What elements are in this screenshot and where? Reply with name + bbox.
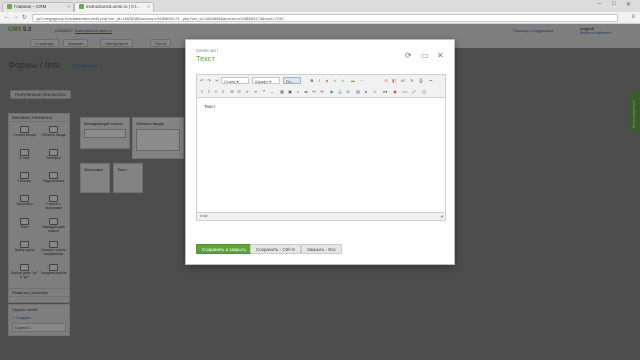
numbered-list-icon[interactable]: ☷ xyxy=(236,88,242,95)
browser-menu-icon[interactable]: ≡ xyxy=(631,14,635,20)
close-icon[interactable]: ✕ xyxy=(437,52,444,60)
print-icon[interactable]: ⎙ xyxy=(418,77,424,84)
font-color-icon[interactable]: A▾ xyxy=(381,88,389,95)
editor-status-bar: body ◢ xyxy=(196,213,446,221)
special-char-icon[interactable]: Ω xyxy=(345,88,351,95)
styles-select[interactable]: Стили ▾ xyxy=(221,77,249,84)
link-icon[interactable]: ⚯ xyxy=(311,88,317,95)
replace-icon[interactable]: ⇄ xyxy=(303,88,309,95)
refresh-icon[interactable]: ⟳ xyxy=(405,52,412,60)
map-marker-icon[interactable]: ● xyxy=(363,88,369,95)
preview-icon[interactable]: ◫ xyxy=(421,88,427,95)
more-icon[interactable]: ⋯ xyxy=(359,77,365,84)
search-icon[interactable]: ⌕ xyxy=(295,88,301,95)
editor-content[interactable]: Текст xyxy=(196,98,446,213)
outdent-icon[interactable]: ⇤ xyxy=(245,88,251,95)
favicon-icon xyxy=(79,4,84,10)
maximize-window-icon[interactable]: □ xyxy=(612,1,616,7)
element-path[interactable]: body xyxy=(200,214,208,218)
indent-icon[interactable]: ⇥ xyxy=(252,88,258,95)
table-icon[interactable]: ▦ xyxy=(279,88,285,95)
gallery-icon[interactable]: ▤ xyxy=(355,88,361,95)
browser-tab-bar: Главная – CRM × instructions3.omni.ru | С… xyxy=(0,0,640,12)
edit-icon[interactable]: ✎ xyxy=(409,77,415,84)
bullet-list-icon[interactable]: ☰ xyxy=(229,88,235,95)
text-color-icon[interactable]: A xyxy=(332,77,338,84)
save-and-close-button[interactable]: Сохранить и закрыть xyxy=(196,244,253,254)
browser-tab[interactable]: Главная – CRM × xyxy=(2,2,74,12)
browser-tab-label: instructions3.omni.ru | Ст... xyxy=(86,4,140,9)
redo-icon[interactable]: ↷ xyxy=(206,77,212,84)
font-select[interactable]: Шрифт ▾ xyxy=(252,77,280,84)
dialog-title: Текст xyxy=(196,54,215,63)
anchor-icon[interactable]: ⚓ xyxy=(337,88,343,95)
hr-icon[interactable]: ― xyxy=(269,88,275,95)
screen: Главная – CRM × instructions3.omni.ru | С… xyxy=(0,0,640,360)
browser-tab-active[interactable]: instructions3.omni.ru | Ст... × xyxy=(74,2,154,12)
back-icon[interactable]: ← xyxy=(4,14,10,20)
size-select[interactable]: Ра... xyxy=(283,77,301,84)
bold-icon[interactable]: B xyxy=(309,77,315,84)
remove-format-icon[interactable]: ɇ xyxy=(324,77,330,84)
emoticon-icon[interactable]: ☺ xyxy=(372,88,378,95)
align-right-icon[interactable]: ≡ xyxy=(213,88,219,95)
reload-icon[interactable]: ↻ xyxy=(22,14,27,21)
flag-icon[interactable]: ◧ xyxy=(391,77,397,84)
fullscreen-icon[interactable]: ⤢ xyxy=(411,88,417,95)
align-justify-icon[interactable]: ≡ xyxy=(220,88,226,95)
align-center-icon[interactable]: ≡ xyxy=(206,88,212,95)
stop-icon[interactable]: ⊘ xyxy=(383,77,389,84)
unlink-icon[interactable]: ⚮ xyxy=(319,88,325,95)
fill-color-icon[interactable]: ◼ xyxy=(392,88,398,95)
resize-grip-icon[interactable]: ◢ xyxy=(440,214,443,218)
undo-icon[interactable]: ↶ xyxy=(199,77,205,84)
close-button[interactable]: Закрыть - Esc xyxy=(301,244,342,254)
save-button[interactable]: Сохранить - Ctrl+S xyxy=(250,244,301,254)
align-left-icon[interactable]: ≡ xyxy=(199,88,205,95)
dialog-breadcrumb: Свойства / xyxy=(196,48,219,53)
image-icon[interactable]: ▣ xyxy=(287,88,293,95)
superscript-icon[interactable]: A² xyxy=(400,77,406,84)
maximize-icon[interactable]: ▭ xyxy=(421,52,429,60)
code-icon[interactable]: <> xyxy=(402,88,408,95)
rich-text-editor: ↶ ↷ ✂ Стили ▾ Шрифт ▾ Ра... B I ɇ A A ▬ … xyxy=(196,74,446,261)
browser-tab-label: Главная – CRM xyxy=(14,4,47,9)
forward-icon[interactable]: → xyxy=(13,14,19,20)
close-tab-icon[interactable]: × xyxy=(67,4,70,9)
url-field[interactable]: cp3.megagroup.ru/s/data/menu/edit.php?ve… xyxy=(32,14,618,22)
bg-color-icon[interactable]: A xyxy=(340,77,346,84)
minimize-icon[interactable]: – xyxy=(598,1,601,7)
media-icon[interactable]: ▶ xyxy=(329,88,335,95)
collapse-icon[interactable]: ━ xyxy=(427,77,435,84)
close-tab-icon[interactable]: × xyxy=(147,4,150,9)
blockquote-icon[interactable]: ❝ xyxy=(261,88,267,95)
editor-toolbar: ↶ ↷ ✂ Стили ▾ Шрифт ▾ Ра... B I ɇ A A ▬ … xyxy=(196,74,446,98)
cut-icon[interactable]: ✂ xyxy=(214,77,220,84)
favicon-icon xyxy=(7,4,12,10)
address-bar-row: ← → ↻ cp3.megagroup.ru/s/data/menu/edit.… xyxy=(0,12,640,24)
highlight-icon[interactable]: ▬ xyxy=(349,77,357,84)
italic-icon[interactable]: I xyxy=(316,77,322,84)
properties-dialog: Свойства / Текст ⟳ ▭ ✕ ↶ ↷ ✂ Стили ▾ Шри… xyxy=(185,39,455,265)
close-window-icon[interactable]: ✕ xyxy=(626,1,631,8)
